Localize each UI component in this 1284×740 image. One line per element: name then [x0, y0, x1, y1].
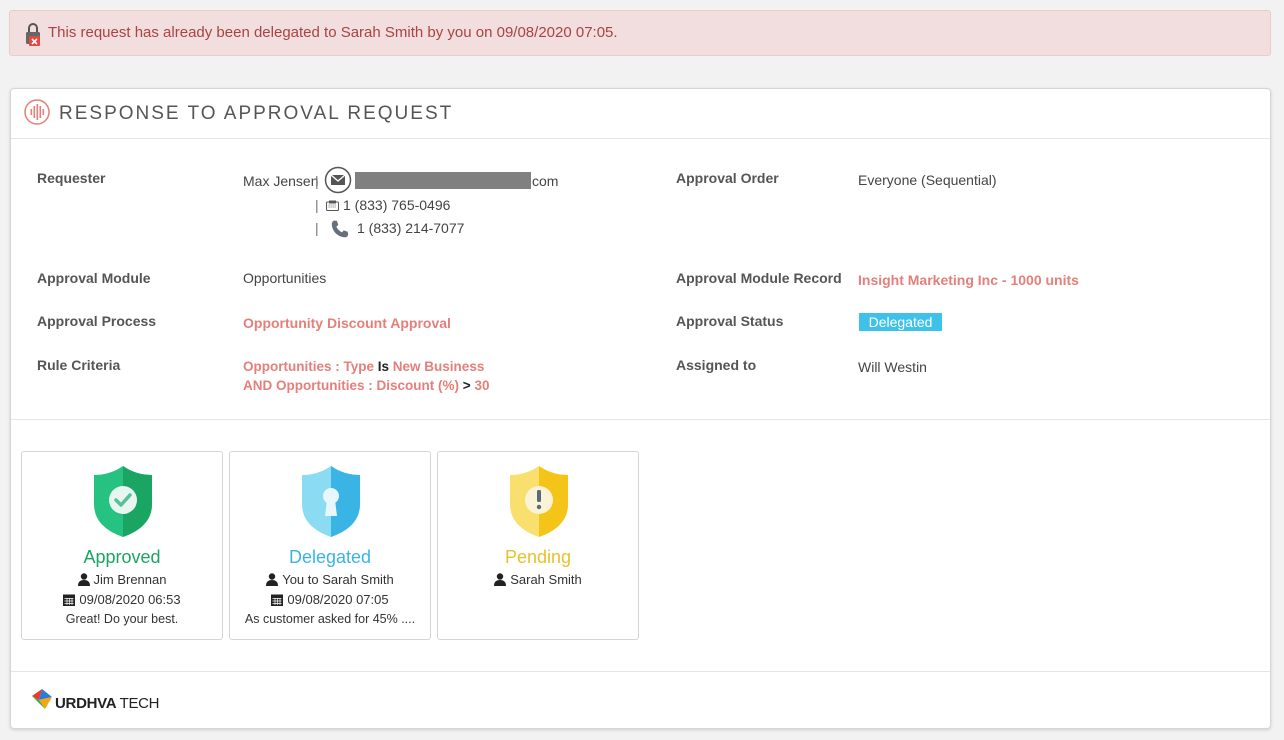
approval-status-label: Approval Status [676, 313, 784, 329]
assigned-to-label: Assigned to [676, 357, 757, 373]
rule-field[interactable]: Opportunities : Type [243, 359, 374, 374]
phone-number: 1 (833) 214-7077 [357, 220, 465, 236]
approval-step-card: Pending Sarah Smith [437, 451, 639, 640]
card-date-value: 09/08/2020 07:05 [287, 592, 389, 607]
card-status: Pending [504, 547, 572, 567]
email-icon[interactable] [324, 166, 352, 194]
page-title: RESPONSE TO APPROVAL REQUEST [59, 103, 454, 124]
rule-value[interactable]: 30 [474, 378, 489, 393]
approval-step-card: Approved Jim Brennan 09/08/2020 06:53 Gr… [21, 451, 223, 640]
card-user-name: You to Sarah Smith [282, 572, 394, 587]
rule-value[interactable]: New Business [393, 359, 485, 374]
user-icon [266, 573, 279, 586]
user-icon [77, 573, 90, 586]
card-user: You to Sarah Smith [230, 572, 430, 587]
card-user-name: Sarah Smith [510, 572, 582, 587]
brand-logo: URDHVA TECH [31, 688, 160, 715]
approval-response-panel: RESPONSE TO APPROVAL REQUEST Requester M… [10, 88, 1271, 729]
approval-module-record-link[interactable]: Insight Marketing Inc - 1000 units [858, 272, 1079, 288]
lock-error-icon [26, 23, 40, 46]
approval-order-label: Approval Order [676, 170, 779, 186]
assigned-to-value: Will Westin [858, 359, 927, 375]
card-user: Jim Brennan [22, 572, 222, 587]
email-suffix[interactable]: com [532, 173, 558, 189]
alert-message: This request has already been delegated … [48, 24, 618, 41]
card-comment: Great! Do your best. [65, 612, 179, 626]
approval-process-link[interactable]: Opportunity Discount Approval [243, 315, 451, 331]
rule-operator: Is [377, 359, 390, 374]
card-date-value: 09/08/2020 06:53 [79, 592, 181, 607]
card-date: 09/08/2020 06:53 [22, 592, 222, 607]
approval-step-card: Delegated You to Sarah Smith 09/08/2020 … [229, 451, 431, 640]
rule-field[interactable]: Opportunities : Discount (%) [276, 378, 459, 393]
separator: | [315, 173, 319, 189]
brand-name: URDHVA TECH [55, 695, 160, 712]
approval-order-value: Everyone (Sequential) [858, 172, 997, 188]
check-shield-icon [94, 466, 152, 537]
footer-divider [11, 671, 1270, 672]
card-status: Delegated [288, 547, 372, 567]
separator: | [315, 220, 319, 236]
status-badge: Delegated [859, 313, 942, 331]
card-user: Sarah Smith [438, 572, 638, 587]
user-icon [494, 573, 507, 586]
approval-module-record-label: Approval Module Record [676, 270, 842, 286]
urdhva-logo-icon [32, 689, 52, 709]
exclamation-shield-icon [510, 466, 568, 537]
fax-number: 1 (833) 765-0496 [343, 197, 451, 213]
separator: | [315, 197, 319, 213]
rule-criteria-value: Opportunities : Type Is New Business AND… [243, 357, 489, 395]
rule-conjunction: AND [243, 378, 273, 393]
fax-icon [326, 200, 339, 211]
approval-module-value: Opportunities [243, 270, 327, 286]
calendar-icon [63, 594, 76, 606]
keyhole-shield-icon [302, 466, 360, 537]
rule-criteria-label: Rule Criteria [37, 357, 121, 373]
card-user-name: Jim Brennan [93, 572, 167, 587]
calendar-icon [271, 594, 284, 606]
delegation-alert: This request has already been delegated … [9, 10, 1271, 56]
requester-label: Requester [37, 170, 106, 186]
redacted-email [355, 172, 531, 189]
rule-operator: > [462, 378, 471, 393]
approval-module-label: Approval Module [37, 270, 151, 286]
card-date: 09/08/2020 07:05 [230, 592, 430, 607]
card-status: Approved [83, 547, 161, 567]
panel-header: RESPONSE TO APPROVAL REQUEST [11, 89, 1270, 139]
soundwave-logo-icon [24, 99, 50, 125]
section-divider [11, 419, 1270, 420]
card-comment: As customer asked for 45% .... [244, 612, 416, 626]
phone-icon [331, 220, 349, 238]
approval-process-label: Approval Process [37, 313, 157, 329]
requester-name: Max Jensen [243, 173, 319, 189]
